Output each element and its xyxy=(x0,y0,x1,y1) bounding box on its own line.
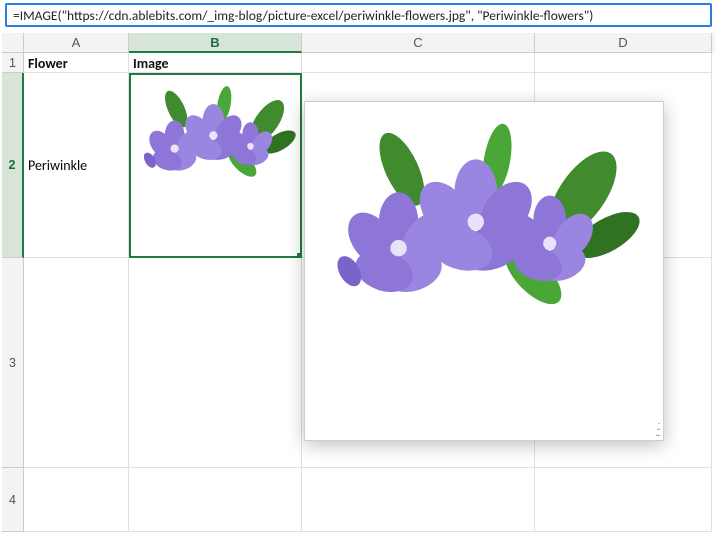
periwinkle-preview-image-icon xyxy=(319,120,649,350)
resize-grip-icon[interactable]: . . . . . . xyxy=(655,418,659,436)
cell-A4[interactable] xyxy=(24,468,129,532)
cell-A2[interactable]: Periwinkle xyxy=(24,73,129,258)
cell-B4[interactable] xyxy=(129,468,302,532)
select-all-corner[interactable] xyxy=(2,33,24,53)
cell-A1[interactable]: Flower xyxy=(24,53,129,73)
row-header-2[interactable]: 2 xyxy=(2,73,24,258)
row-header-4[interactable]: 4 xyxy=(2,468,24,532)
cell-B1[interactable]: Image xyxy=(129,53,302,73)
formula-text: =IMAGE("https://cdn.ablebits.com/_img-bl… xyxy=(13,7,593,24)
column-header-C[interactable]: C xyxy=(302,33,535,53)
formula-bar[interactable]: =IMAGE("https://cdn.ablebits.com/_img-bl… xyxy=(5,3,712,27)
periwinkle-image-icon xyxy=(135,77,296,207)
cell-C1[interactable] xyxy=(302,53,535,73)
cell-C4[interactable] xyxy=(302,468,535,532)
row-header-3[interactable]: 3 xyxy=(2,258,24,468)
column-header-B[interactable]: B xyxy=(129,33,302,53)
cell-D4[interactable] xyxy=(535,468,712,532)
cell-A3[interactable] xyxy=(24,258,129,468)
flower-name: Periwinkle xyxy=(28,157,87,174)
column-header-row: A B C D xyxy=(2,33,715,53)
cell-B2[interactable] xyxy=(129,73,302,258)
row-header-1[interactable]: 1 xyxy=(2,53,24,73)
cell-B3[interactable] xyxy=(129,258,302,468)
cell-D1[interactable] xyxy=(535,53,712,73)
column-header-A[interactable]: A xyxy=(24,33,129,53)
column-header-D[interactable]: D xyxy=(535,33,712,53)
image-preview-card[interactable]: . . . . . . xyxy=(304,101,664,441)
